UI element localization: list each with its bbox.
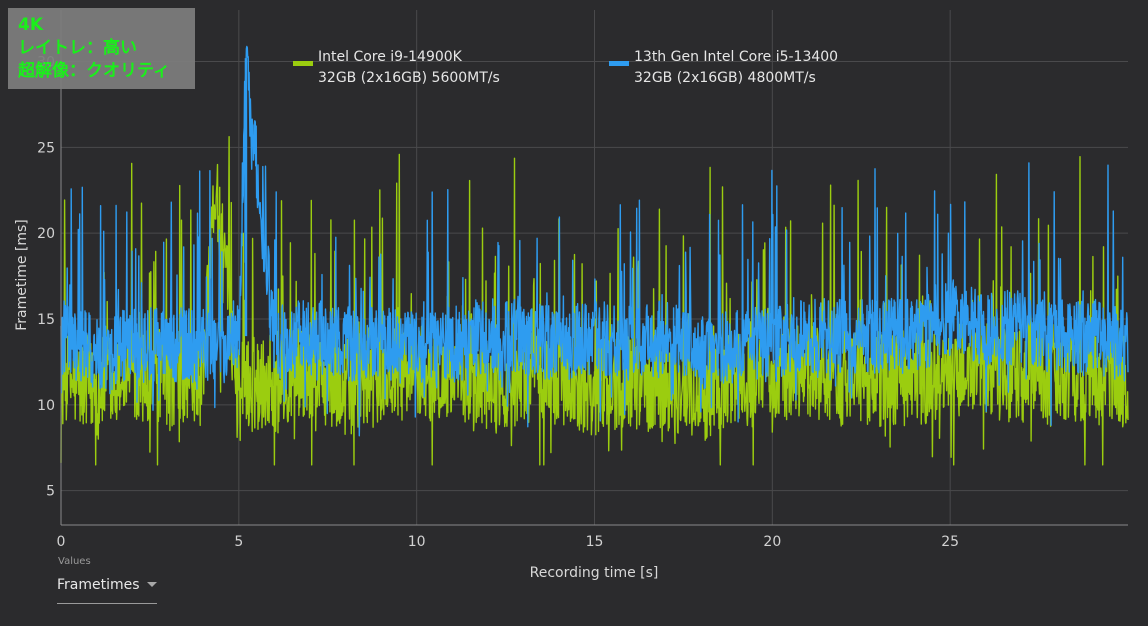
x-tick-label: 20 xyxy=(763,534,781,550)
values-dropdown[interactable]: Frametimes xyxy=(57,574,157,604)
settings-overlay: 4K レイトレ：高い 超解像：クオリティ xyxy=(8,8,195,89)
y-axis-label: Frametime [ms] xyxy=(14,219,30,331)
upscaling-label: 超解像：クオリティ xyxy=(18,61,170,81)
y-tick-label: 20 xyxy=(37,226,55,242)
chevron-down-icon xyxy=(147,582,157,587)
legend-label-series-2-line2: 32GB (2x16GB) 4800MT/s xyxy=(634,70,816,86)
x-tick-label: 15 xyxy=(586,534,604,550)
x-tick-label: 10 xyxy=(408,534,426,550)
y-tick-label: 25 xyxy=(37,140,55,156)
legend-label-series-1-line2: 32GB (2x16GB) 5600MT/s xyxy=(318,70,500,86)
y-tick-label: 15 xyxy=(37,312,55,328)
legend-label-series-2: 13th Gen Intel Core i5-13400 xyxy=(634,49,838,65)
legend-label-series-1: Intel Core i9-14900K xyxy=(318,49,463,65)
legend-swatch-series-1 xyxy=(293,61,313,66)
values-caption: Values xyxy=(58,556,91,567)
raytracing-label: レイトレ：高い xyxy=(18,38,137,58)
x-tick-label: 5 xyxy=(234,534,243,550)
values-dropdown-value: Frametimes xyxy=(57,577,140,593)
y-tick-label: 10 xyxy=(37,398,55,414)
y-tick-label: 5 xyxy=(46,484,55,500)
legend-swatch-series-2 xyxy=(609,61,629,66)
x-axis-label: Recording time [s] xyxy=(530,565,659,581)
x-tick-label: 0 xyxy=(57,534,66,550)
legend: Intel Core i9-14900K 32GB (2x16GB) 5600M… xyxy=(293,49,838,86)
x-tick-label: 25 xyxy=(941,534,959,550)
frametime-chart: 051015202551015202530 Recording time [s]… xyxy=(14,10,1129,581)
resolution-label: 4K xyxy=(18,15,44,35)
